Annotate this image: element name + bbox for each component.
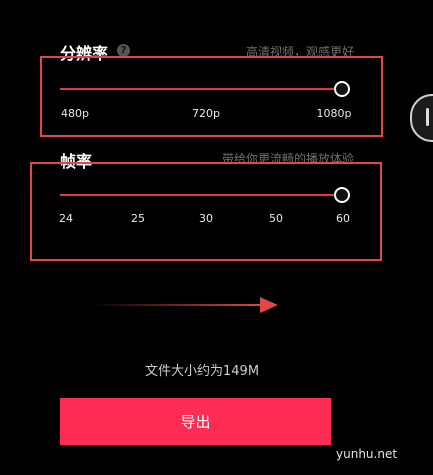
frame-rate-tick[interactable]: 60 bbox=[336, 212, 350, 225]
export-button[interactable]: 导出 bbox=[60, 398, 331, 445]
resolution-track[interactable] bbox=[60, 88, 344, 90]
resolution-tick[interactable]: 1080p bbox=[317, 107, 352, 120]
resolution-thumb[interactable] bbox=[334, 81, 350, 97]
annotation-arrow-icon bbox=[260, 297, 278, 313]
side-panel-handle[interactable] bbox=[410, 94, 433, 142]
annotation-arrow-shaft bbox=[90, 304, 262, 306]
frame-rate-tick[interactable]: 25 bbox=[131, 212, 145, 225]
frame-rate-thumb[interactable] bbox=[334, 187, 350, 203]
frame-rate-tick[interactable]: 24 bbox=[59, 212, 73, 225]
handle-grip-icon bbox=[426, 108, 429, 126]
file-size-text: 文件大小约为149M bbox=[145, 364, 260, 379]
annotation-box-resolution bbox=[40, 56, 383, 137]
frame-rate-tick[interactable]: 30 bbox=[199, 212, 213, 225]
resolution-tick[interactable]: 480p bbox=[61, 107, 89, 120]
frame-rate-tick[interactable]: 50 bbox=[269, 212, 283, 225]
watermark: yunhu.net bbox=[336, 447, 398, 461]
resolution-tick[interactable]: 720p bbox=[192, 107, 220, 120]
frame-rate-track[interactable] bbox=[60, 194, 344, 196]
